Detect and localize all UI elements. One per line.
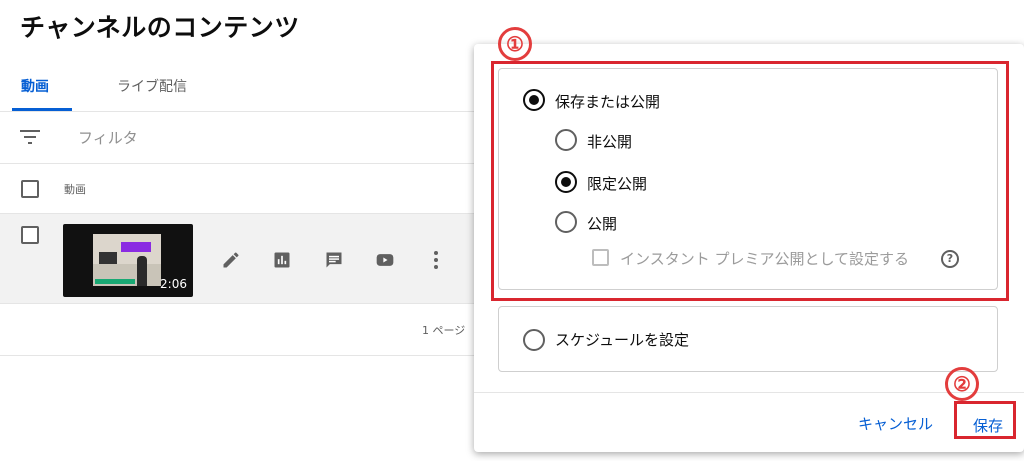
row-checkbox[interactable] bbox=[21, 226, 39, 244]
filter-bar: フィルタ bbox=[0, 112, 480, 164]
comments-icon[interactable] bbox=[324, 250, 344, 270]
more-icon[interactable] bbox=[433, 250, 439, 270]
pagination: 1 ページ bbox=[0, 304, 480, 356]
schedule-section: スケジュールを設定 bbox=[498, 306, 998, 372]
annotation-callout-1: ① bbox=[498, 27, 532, 61]
filter-icon[interactable] bbox=[20, 130, 40, 146]
youtube-icon[interactable] bbox=[375, 250, 395, 270]
column-header-video: 動画 bbox=[64, 183, 86, 196]
annotation-callout-2: ② bbox=[945, 367, 979, 401]
annotation-box-2 bbox=[954, 401, 1016, 439]
active-tab-indicator bbox=[12, 108, 72, 111]
table-header: 動画 bbox=[0, 164, 480, 214]
annotation-box-1 bbox=[491, 61, 1009, 301]
table-row[interactable]: 2:06 bbox=[0, 214, 480, 304]
tab-bar: 動画 ライブ配信 bbox=[0, 60, 480, 112]
tab-videos[interactable]: 動画 bbox=[21, 76, 49, 96]
tab-live[interactable]: ライブ配信 bbox=[117, 76, 187, 96]
select-all-checkbox[interactable] bbox=[21, 180, 39, 198]
dialog-footer: キャンセル 保存 bbox=[474, 392, 1024, 452]
cancel-button[interactable]: キャンセル bbox=[858, 413, 933, 434]
pagination-text: 1 ページ bbox=[422, 324, 466, 337]
schedule-radio[interactable] bbox=[523, 329, 545, 351]
analytics-icon[interactable] bbox=[272, 250, 292, 270]
page-title: チャンネルのコンテンツ bbox=[20, 13, 300, 42]
edit-icon[interactable] bbox=[221, 250, 241, 270]
video-thumbnail[interactable]: 2:06 bbox=[63, 224, 193, 297]
filter-input[interactable]: フィルタ bbox=[78, 127, 138, 148]
video-duration: 2:06 bbox=[160, 277, 187, 291]
schedule-label: スケジュールを設定 bbox=[555, 331, 689, 349]
